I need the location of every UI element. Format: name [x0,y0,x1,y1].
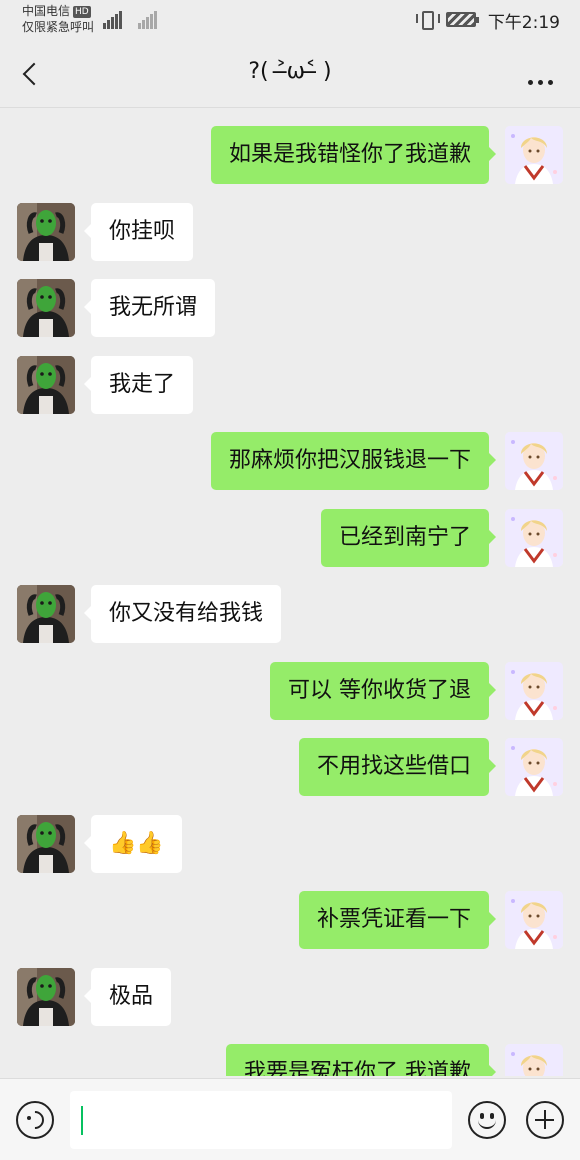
message-bubble[interactable]: 补票凭证看一下 [298,891,497,949]
signal-icon [103,10,123,29]
input-bar [0,1078,580,1160]
message-row-sent: 补票凭证看一下 [0,891,580,953]
my-avatar[interactable] [505,432,563,490]
signal-icon-secondary [138,10,158,29]
message-bubble[interactable]: 你又没有给我钱 [83,585,282,643]
message-bubble[interactable]: 👍👍 [84,814,182,873]
message-row-received: 你又没有给我钱 [0,585,580,647]
message-bubble[interactable]: 我走了 [83,355,194,414]
message-bubble[interactable]: 如果是我错怪你了我道歉 [210,126,497,184]
text-caret [81,1106,83,1135]
my-avatar[interactable] [505,1044,563,1076]
message-bubble[interactable]: 极品 [83,967,172,1026]
my-avatar[interactable] [505,891,563,949]
emoji-icon[interactable] [468,1101,506,1139]
message-row-received: 极品 [0,967,580,1030]
status-bar: 中国电信 HD 仅限紧急呼叫 下午2:19 [0,0,580,40]
my-avatar[interactable] [505,126,563,184]
my-avatar[interactable] [505,738,563,796]
message-row-received: 你挂呗 [0,202,580,265]
voice-icon[interactable] [16,1101,54,1139]
battery-icon [446,12,479,27]
more-icon[interactable] [528,70,558,85]
hd-badge: HD [73,6,91,18]
message-bubble[interactable]: 我要是冤枉你了 我道歉 [226,1044,496,1076]
message-bubble[interactable]: 我无所谓 [83,279,216,337]
contact-avatar[interactable] [17,585,75,643]
message-row-sent: 不用找这些借口 [0,738,580,800]
contact-avatar[interactable] [17,202,75,261]
my-avatar[interactable] [505,508,563,567]
message-row-received: 👍👍 [0,814,580,877]
message-bubble[interactable]: 你挂呗 [83,202,194,261]
contact-avatar[interactable] [17,967,75,1026]
message-bubble[interactable]: 可以 等你收货了退 [270,661,496,720]
my-avatar[interactable] [505,661,563,720]
message-row-sent: 那麻烦你把汉服钱退一下 [0,432,580,494]
message-row-sent: 我要是冤枉你了 我道歉 [0,1044,580,1076]
message-row-received: 我走了 [0,355,580,418]
carrier-info: 中国电信 HD 仅限紧急呼叫 [22,3,94,35]
chat-header: ?( ˃̶ω˂̶ ) [0,40,580,108]
contact-avatar[interactable] [17,814,75,873]
vibrate-icon [416,10,440,30]
message-row-sent: 如果是我错怪你了我道歉 [0,126,580,188]
message-bubble[interactable]: 那麻烦你把汉服钱退一下 [210,432,497,490]
message-input[interactable] [70,1091,452,1149]
message-list[interactable]: 如果是我错怪你了我道歉 你挂呗我无所谓我走了 那麻烦你把汉服钱退一下已经到南宁了 你又… [0,108,580,1076]
clock: 下午2:19 [487,13,560,33]
message-bubble[interactable]: 已经到南宁了 [320,508,497,567]
plus-icon[interactable] [526,1101,564,1139]
emergency-text: 仅限紧急呼叫 [22,20,95,34]
contact-avatar[interactable] [17,355,75,414]
message-row-sent: 可以 等你收货了退 [0,661,580,724]
message-row-received: 我无所谓 [0,279,580,341]
chat-title: ?( ˃̶ω˂̶ ) [248,59,332,84]
message-bubble[interactable]: 不用找这些借口 [298,738,497,796]
message-row-sent: 已经到南宁了 [0,508,580,571]
carrier-name: 中国电信 [22,4,71,18]
contact-avatar[interactable] [17,279,75,337]
